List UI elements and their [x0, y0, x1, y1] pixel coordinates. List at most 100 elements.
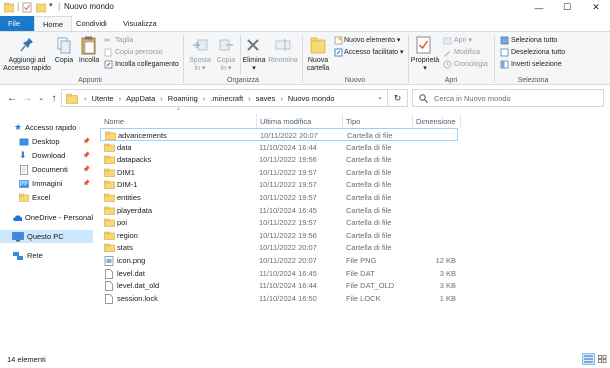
tab-view[interactable]: Visualizza: [115, 16, 165, 31]
column-header-modified[interactable]: Ultima modifica: [260, 114, 342, 128]
delete-icon: [247, 39, 259, 51]
file-row[interactable]: session.lock 11/10/2024 16:50 File LOCK 1 K…: [100, 292, 458, 305]
breadcrumb-appdata[interactable]: AppData: [126, 94, 155, 103]
easy-access-button[interactable]: Accesso facilitato ▾: [334, 48, 406, 58]
file-row[interactable]: datapacks 10/11/2022 19:56 Cartella di fil…: [100, 153, 458, 166]
tab-share[interactable]: Condividi: [68, 16, 115, 31]
recent-locations-chevron-icon[interactable]: ⌄: [34, 91, 48, 105]
column-separator[interactable]: [412, 114, 413, 128]
column-separator[interactable]: [342, 114, 343, 128]
status-bar: 14 elementi: [0, 350, 610, 368]
crumb-separator-icon[interactable]: ›: [119, 94, 122, 103]
column-header-type[interactable]: Tipo: [346, 114, 414, 128]
close-button[interactable]: ✕: [582, 0, 610, 15]
file-name: level.dat_old: [117, 281, 160, 291]
file-type: File DAT_OLD: [346, 281, 395, 291]
folder-icon: [104, 206, 115, 217]
network-icon: [13, 251, 23, 260]
address-dropdown-icon[interactable]: ⌄: [377, 93, 383, 101]
cloud-icon: [13, 214, 23, 221]
nav-item-label: Desktop: [32, 137, 60, 146]
breadcrumb-roaming[interactable]: Roaming: [168, 94, 198, 103]
properties-label-2: ▾: [423, 65, 427, 72]
folder-icon: [104, 168, 115, 179]
file-type: File DAT: [346, 268, 375, 278]
column-header-name-label: Nome: [104, 116, 125, 126]
nav-item-network[interactable]: Rete: [0, 249, 93, 262]
crumb-separator-icon[interactable]: ›: [203, 94, 206, 103]
crumb-separator-icon[interactable]: ›: [280, 94, 283, 103]
paste-label: Incolla: [78, 57, 100, 64]
column-separator[interactable]: [460, 114, 461, 128]
address-bar[interactable]: › Utente › AppData › Roaming › .minecraf…: [61, 89, 388, 107]
file-row[interactable]: icon.png 10/11/2022 20:07 File PNG 12 KB: [100, 254, 458, 267]
invert-selection-button[interactable]: Inverti selezione: [500, 60, 580, 70]
crumb-separator-icon[interactable]: ›: [248, 94, 251, 103]
select-all-button[interactable]: Seleziona tutto: [500, 36, 580, 46]
select-none-button[interactable]: Deseleziona tutto: [500, 48, 580, 58]
file-row[interactable]: advancements 10/11/2022 20:07 Cartella di …: [100, 128, 458, 141]
pin-icon: [20, 38, 33, 52]
copy-path-button[interactable]: Copia percorso: [104, 48, 184, 58]
search-input[interactable]: Cerca in Nuovo mondo: [412, 89, 604, 107]
file-row[interactable]: entities 10/11/2022 19:57 Cartella di file: [100, 191, 458, 204]
minimize-button[interactable]: —: [525, 0, 553, 15]
file-row[interactable]: level.dat_old 11/10/2024 16:44 File DAT_OL…: [100, 279, 458, 292]
breadcrumb-minecraft[interactable]: .minecraft: [210, 94, 243, 103]
file-row[interactable]: stats 10/11/2022 20:07 Cartella di file: [100, 241, 458, 254]
move-to-label-1: Sposta: [189, 57, 211, 64]
column-separator[interactable]: [256, 114, 257, 128]
file-modified: 10/11/2022 20:07: [259, 243, 317, 253]
open-button[interactable]: Apri ▾: [443, 36, 491, 46]
file-row[interactable]: DIM-1 10/11/2022 19:57 Cartella di file: [100, 178, 458, 191]
file-row[interactable]: playerdata 11/10/2024 16:45 Cartella di fi…: [100, 204, 458, 217]
nav-item-documents[interactable]: Documenti 📌: [0, 163, 93, 176]
crumb-separator-icon[interactable]: ›: [160, 94, 163, 103]
column-header-size[interactable]: Dimensione: [416, 114, 464, 128]
breadcrumb-saves[interactable]: saves: [256, 94, 276, 103]
up-arrow-icon[interactable]: ↑: [47, 91, 61, 105]
nav-item-desktop[interactable]: Desktop 📌: [0, 135, 93, 148]
maximize-button[interactable]: ☐: [553, 0, 581, 15]
cut-label: Taglia: [115, 37, 134, 44]
back-arrow-icon[interactable]: ←: [5, 91, 19, 105]
nav-item-download[interactable]: ⬇ Download 📌: [0, 149, 93, 162]
file-modified: 10/11/2022 19:57: [259, 180, 317, 190]
details-view-button[interactable]: [582, 353, 595, 365]
title-bar: | ▾ | Nuovo mondo — ☐ ✕: [0, 0, 610, 15]
history-button[interactable]: Cronologia: [443, 60, 495, 70]
new-folder-quick-icon[interactable]: [36, 2, 46, 13]
select-none-label: Deseleziona tutto: [511, 49, 566, 56]
large-icons-view-button[interactable]: [596, 353, 609, 365]
forward-arrow-icon[interactable]: →: [20, 91, 34, 105]
select-all-label: Seleziona tutto: [511, 37, 558, 44]
file-type: Cartella di file: [346, 243, 392, 253]
folder-icon: [104, 231, 115, 242]
new-item-button[interactable]: Nuovo elemento ▾: [334, 36, 406, 46]
nav-item-quick-access[interactable]: ★ Accesso rapido: [0, 121, 93, 134]
paste-shortcut-button[interactable]: Incolla collegamento: [104, 60, 184, 70]
qat-dropdown-icon[interactable]: ▾: [49, 1, 53, 12]
folder-icon: [104, 193, 115, 204]
tab-home[interactable]: Home: [34, 16, 73, 31]
cut-button[interactable]: ✂ Taglia: [104, 36, 184, 46]
column-header-name[interactable]: Nome: [104, 114, 256, 128]
breadcrumb-nuovo-mondo[interactable]: Nuovo mondo: [288, 94, 335, 103]
large-icons-view-icon: [598, 355, 607, 363]
open-icon: [443, 37, 452, 45]
edit-button[interactable]: Modifica: [443, 48, 491, 58]
nav-item-onedrive[interactable]: OneDrive - Personal: [0, 211, 93, 224]
properties-quick-icon[interactable]: [22, 2, 32, 13]
nav-item-pictures[interactable]: Immagini 📌: [0, 177, 93, 190]
nav-item-excel[interactable]: Excel: [0, 191, 93, 204]
breadcrumb-utente[interactable]: Utente: [92, 94, 114, 103]
nav-item-label: Questo PC: [27, 232, 64, 241]
file-row[interactable]: region 10/11/2022 19:56 Cartella di file: [100, 229, 458, 242]
file-row[interactable]: DIM1 10/11/2022 19:57 Cartella di file: [100, 166, 458, 179]
file-row[interactable]: data 11/10/2024 16:44 Cartella di file: [100, 141, 458, 154]
file-row[interactable]: poi 10/11/2022 19:57 Cartella di file: [100, 216, 458, 229]
refresh-button[interactable]: ↻: [388, 89, 408, 107]
nav-item-this-pc[interactable]: Questo PC: [0, 230, 93, 243]
file-row[interactable]: level.dat 11/10/2024 16:45 File DAT 3 KB: [100, 267, 458, 280]
tab-file[interactable]: File: [0, 16, 34, 31]
